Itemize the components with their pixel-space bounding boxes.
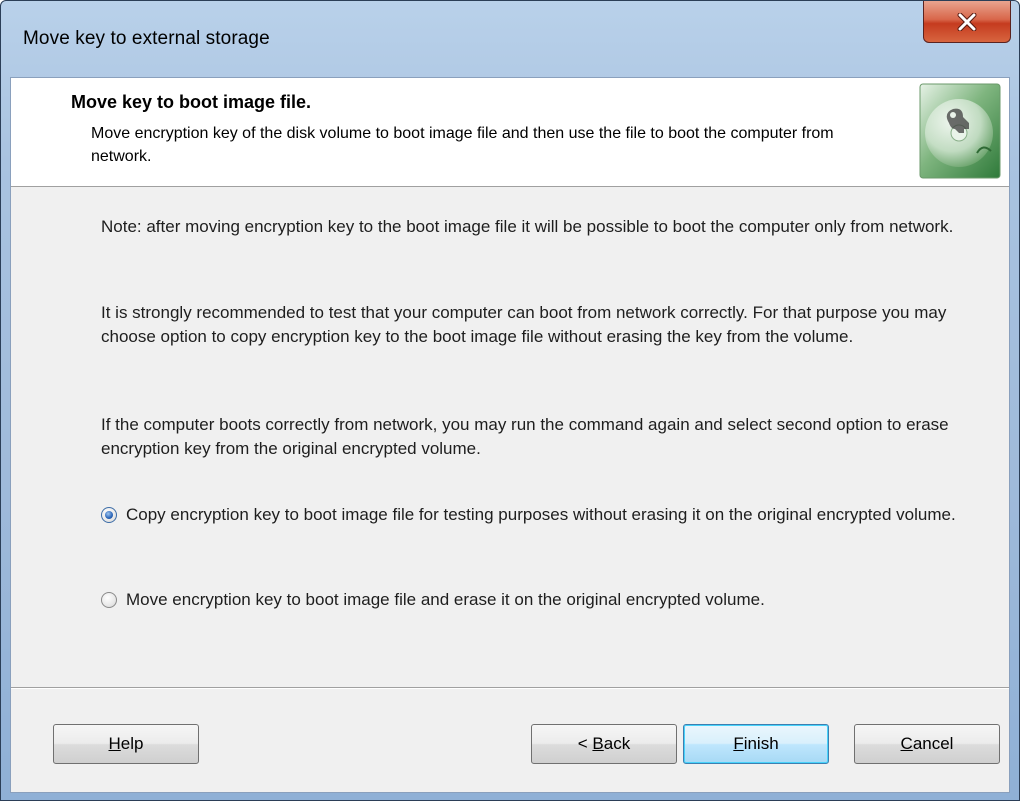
cancel-button-mnemonic: C: [900, 734, 913, 753]
back-button[interactable]: < Back: [531, 724, 677, 764]
header-description: Move encryption key of the disk volume t…: [91, 125, 834, 165]
title-bar[interactable]: Move key to external storage: [1, 1, 1019, 77]
radio-button-copy-key[interactable]: [101, 507, 117, 523]
window-title: Move key to external storage: [23, 28, 270, 49]
dialog-window: Move key to external storage Move key to…: [0, 0, 1020, 801]
option-move-key[interactable]: Move encryption key to boot image file a…: [101, 588, 961, 612]
help-button-label: elp: [120, 734, 144, 753]
footer-separator: [11, 687, 1009, 689]
back-button-label: ack: [603, 734, 631, 753]
close-icon: [957, 12, 977, 31]
recommendation-text: It is strongly recommended to test that …: [101, 303, 947, 346]
back-button-prefix: <: [577, 734, 593, 753]
close-button[interactable]: [923, 1, 1011, 43]
wizard-header: Move key to boot image file. Move encryp…: [11, 78, 1009, 187]
dialog-client-area: Move key to boot image file. Move encryp…: [10, 77, 1010, 793]
finish-button-label: inish: [743, 734, 779, 753]
finish-button[interactable]: Finish: [683, 724, 829, 764]
cancel-button[interactable]: Cancel: [854, 724, 1000, 764]
followup-text: If the computer boots correctly from net…: [101, 415, 949, 458]
back-button-mnemonic: B: [592, 734, 604, 753]
help-button[interactable]: Help: [53, 724, 199, 764]
wizard-body: Note: after moving encryption key to the…: [11, 187, 1009, 687]
header-title: Move key to boot image file.: [71, 92, 312, 112]
note-text: Note: after moving encryption key to the…: [101, 217, 954, 236]
option-copy-key[interactable]: Copy encryption key to boot image file f…: [101, 503, 961, 527]
option-copy-key-label[interactable]: Copy encryption key to boot image file f…: [126, 503, 956, 527]
help-button-mnemonic: H: [108, 734, 121, 753]
radio-button-move-key[interactable]: [101, 592, 117, 608]
option-move-key-label[interactable]: Move encryption key to boot image file a…: [126, 588, 765, 612]
cancel-button-label: ancel: [912, 734, 954, 753]
key-disk-icon: [919, 83, 1001, 179]
finish-button-mnemonic: F: [733, 734, 744, 753]
